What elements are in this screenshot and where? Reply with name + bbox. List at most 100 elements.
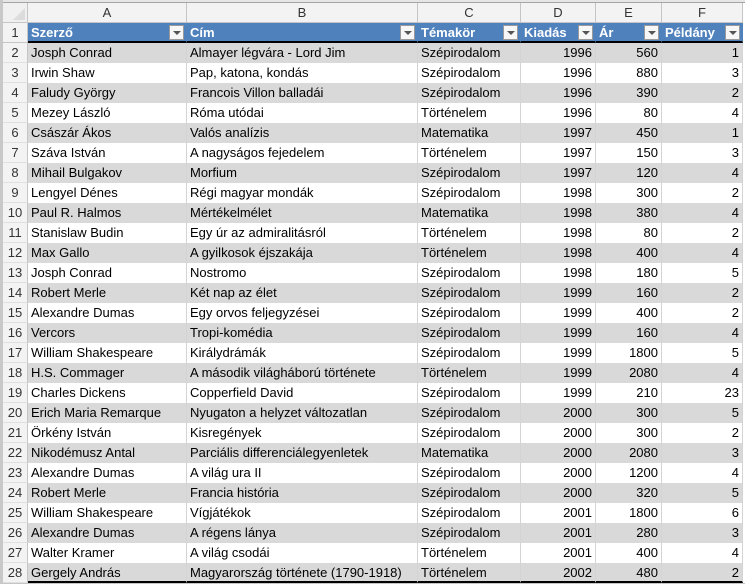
cell-szerzo[interactable]: Gergely András <box>28 563 187 583</box>
row-header[interactable]: 13 <box>3 263 28 283</box>
cell-cim[interactable]: Nyugaton a helyzet változatlan <box>187 403 418 423</box>
cell-temakor[interactable]: Szépirodalom <box>418 383 521 403</box>
cell-kiadas[interactable]: 1998 <box>521 203 596 223</box>
filter-dropdown-icon[interactable] <box>503 25 518 40</box>
cell-temakor[interactable]: Szépirodalom <box>418 63 521 83</box>
cell-peldany[interactable]: 2 <box>662 83 743 103</box>
cell-temakor[interactable]: Szépirodalom <box>418 263 521 283</box>
cell-szerzo[interactable]: Stanislaw Budin <box>28 223 187 243</box>
row-header[interactable]: 2 <box>3 43 28 63</box>
cell-kiadas[interactable]: 2000 <box>521 423 596 443</box>
cell-temakor[interactable]: Történelem <box>418 563 521 583</box>
cell-peldany[interactable]: 5 <box>662 343 743 363</box>
cell-ar[interactable]: 1800 <box>596 343 662 363</box>
cell-kiadas[interactable]: 1999 <box>521 283 596 303</box>
cell-ar[interactable]: 1200 <box>596 463 662 483</box>
cell-ar[interactable]: 120 <box>596 163 662 183</box>
cell-ar[interactable]: 560 <box>596 43 662 63</box>
cell-szerzo[interactable]: Max Gallo <box>28 243 187 263</box>
row-header[interactable]: 4 <box>3 83 28 103</box>
cell-cim[interactable]: A világ ura II <box>187 463 418 483</box>
cell-szerzo[interactable]: Josph Conrad <box>28 263 187 283</box>
cell-temakor[interactable]: Történelem <box>418 243 521 263</box>
cell-temakor[interactable]: Szépirodalom <box>418 283 521 303</box>
cell-kiadas[interactable]: 1999 <box>521 363 596 383</box>
cell-kiadas[interactable]: 1999 <box>521 343 596 363</box>
cell-peldany[interactable]: 3 <box>662 443 743 463</box>
cell-temakor[interactable]: Szépirodalom <box>418 503 521 523</box>
cell-peldany[interactable]: 4 <box>662 103 743 123</box>
row-header[interactable]: 20 <box>3 403 28 423</box>
cell-cim[interactable]: Tropi-komédia <box>187 323 418 343</box>
cell-ar[interactable]: 280 <box>596 523 662 543</box>
cell-ar[interactable]: 160 <box>596 283 662 303</box>
cell-kiadas[interactable]: 1998 <box>521 223 596 243</box>
cell-temakor[interactable]: Történelem <box>418 143 521 163</box>
cell-szerzo[interactable]: Walter Kramer <box>28 543 187 563</box>
cell-temakor[interactable]: Szépirodalom <box>418 523 521 543</box>
cell-ar[interactable]: 450 <box>596 123 662 143</box>
row-header[interactable]: 24 <box>3 483 28 503</box>
cell-szerzo[interactable]: Josph Conrad <box>28 43 187 63</box>
cell-cim[interactable]: A második világháború története <box>187 363 418 383</box>
row-header[interactable]: 8 <box>3 163 28 183</box>
cell-szerzo[interactable]: Száva István <box>28 143 187 163</box>
cell-kiadas[interactable]: 1998 <box>521 243 596 263</box>
cell-peldany[interactable]: 4 <box>662 243 743 263</box>
cell-cim[interactable]: A gyilkosok éjszakája <box>187 243 418 263</box>
cell-temakor[interactable]: Matematika <box>418 123 521 143</box>
cell-kiadas[interactable]: 2000 <box>521 463 596 483</box>
filter-dropdown-icon[interactable] <box>169 25 184 40</box>
cell-szerzo[interactable]: Vercors <box>28 323 187 343</box>
column-header-f[interactable]: F <box>662 3 743 23</box>
cell-szerzo[interactable]: Paul R. Halmos <box>28 203 187 223</box>
cell-szerzo[interactable]: Charles Dickens <box>28 383 187 403</box>
cell-kiadas[interactable]: 2001 <box>521 543 596 563</box>
row-header[interactable]: 18 <box>3 363 28 383</box>
cell-peldany[interactable]: 5 <box>662 403 743 423</box>
row-header[interactable]: 7 <box>3 143 28 163</box>
row-header[interactable]: 3 <box>3 63 28 83</box>
cell-kiadas[interactable]: 1999 <box>521 383 596 403</box>
cell-ar[interactable]: 300 <box>596 403 662 423</box>
cell-kiadas[interactable]: 2000 <box>521 403 596 423</box>
cell-kiadas[interactable]: 1998 <box>521 183 596 203</box>
cell-peldany[interactable]: 3 <box>662 63 743 83</box>
header-cell-ar[interactable]: Ár <box>596 23 662 43</box>
cell-cim[interactable]: Morfium <box>187 163 418 183</box>
filter-dropdown-icon[interactable] <box>578 25 593 40</box>
cell-kiadas[interactable]: 1997 <box>521 123 596 143</box>
row-header[interactable]: 21 <box>3 423 28 443</box>
cell-temakor[interactable]: Matematika <box>418 203 521 223</box>
cell-szerzo[interactable]: Mihail Bulgakov <box>28 163 187 183</box>
cell-cim[interactable]: Vígjátékok <box>187 503 418 523</box>
row-header[interactable]: 15 <box>3 303 28 323</box>
cell-peldany[interactable]: 4 <box>662 363 743 383</box>
cell-szerzo[interactable]: Alexandre Dumas <box>28 303 187 323</box>
cell-peldany[interactable]: 23 <box>662 383 743 403</box>
cell-szerzo[interactable]: Irwin Shaw <box>28 63 187 83</box>
cell-szerzo[interactable]: William Shakespeare <box>28 503 187 523</box>
cell-peldany[interactable]: 1 <box>662 123 743 143</box>
row-header[interactable]: 6 <box>3 123 28 143</box>
cell-peldany[interactable]: 2 <box>662 303 743 323</box>
cell-kiadas[interactable]: 1998 <box>521 263 596 283</box>
cell-cim[interactable]: Mértékelmélet <box>187 203 418 223</box>
filter-dropdown-icon[interactable] <box>644 25 659 40</box>
cell-ar[interactable]: 880 <box>596 63 662 83</box>
cell-cim[interactable]: Parciális differenciálegyenletek <box>187 443 418 463</box>
cell-kiadas[interactable]: 1996 <box>521 43 596 63</box>
row-header[interactable]: 5 <box>3 103 28 123</box>
cell-temakor[interactable]: Történelem <box>418 103 521 123</box>
cell-ar[interactable]: 480 <box>596 563 662 583</box>
cell-peldany[interactable]: 2 <box>662 223 743 243</box>
cell-temakor[interactable]: Szépirodalom <box>418 323 521 343</box>
cell-ar[interactable]: 2080 <box>596 363 662 383</box>
cell-temakor[interactable]: Szépirodalom <box>418 483 521 503</box>
cell-cim[interactable]: A nagyságos fejedelem <box>187 143 418 163</box>
cell-peldany[interactable]: 2 <box>662 423 743 443</box>
cell-szerzo[interactable]: Nikodémusz Antal <box>28 443 187 463</box>
cell-cim[interactable]: Pap, katona, kondás <box>187 63 418 83</box>
cell-cim[interactable]: Királydrámák <box>187 343 418 363</box>
cell-kiadas[interactable]: 1999 <box>521 303 596 323</box>
